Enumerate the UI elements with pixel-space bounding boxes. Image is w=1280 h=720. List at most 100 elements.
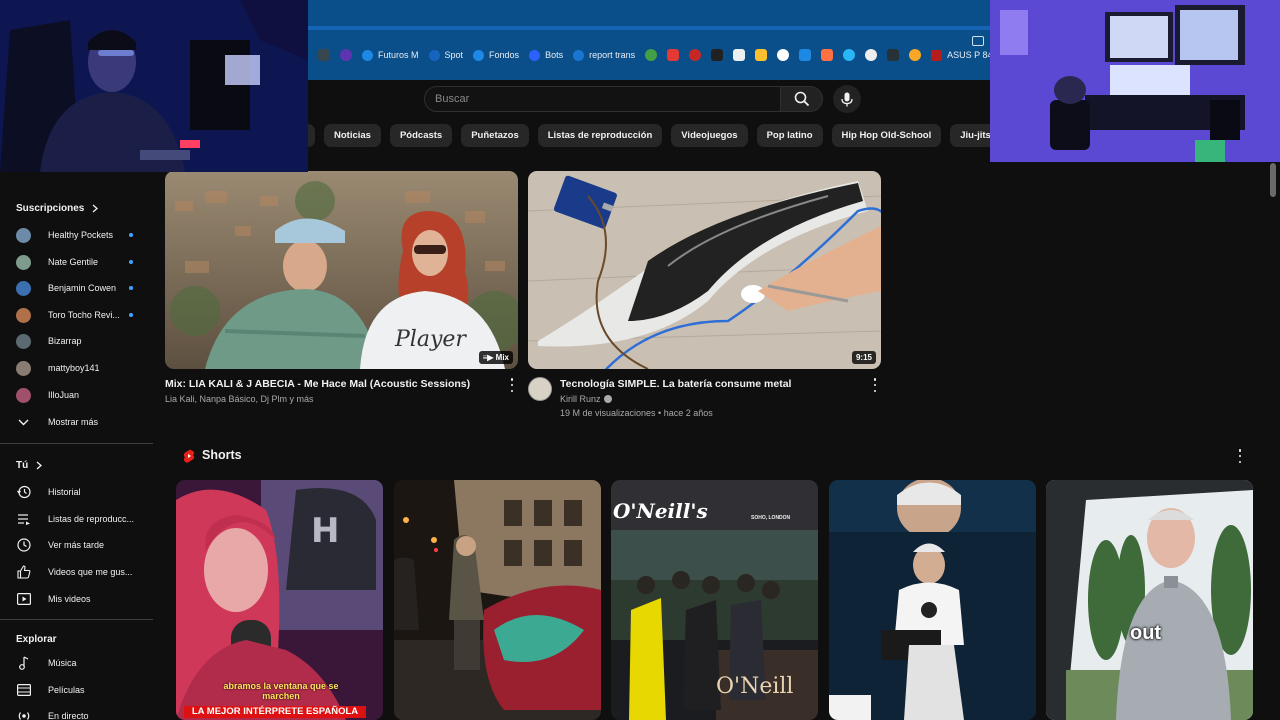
- bookmark-icon-3[interactable]: [645, 45, 658, 65]
- sidebar-item-live[interactable]: En directo: [16, 705, 146, 720]
- channel-avatar[interactable]: [528, 377, 552, 401]
- subscription-healthy-pockets[interactable]: Healthy Pockets: [16, 224, 146, 246]
- subscription-mattyboy141[interactable]: mattyboy141: [16, 357, 146, 379]
- short-thumbnail-3[interactable]: O'Neill's SOHO, LONDON O'Neill: [611, 480, 818, 720]
- video-channel[interactable]: Lia Kali, Nanpa Básico, Dj Plm y más: [165, 394, 314, 404]
- svg-text:H: H: [311, 511, 339, 551]
- bookmark-icon-4[interactable]: [667, 45, 680, 65]
- my-videos-icon: [16, 592, 31, 607]
- bookmark-icon-7[interactable]: [733, 45, 746, 65]
- chip-noticias[interactable]: Noticias: [324, 124, 381, 147]
- category-chips: Noticias Pódcasts Puñetazos Listas de re…: [300, 124, 1067, 148]
- film-icon: [16, 683, 31, 698]
- sidebar-item-watch-later[interactable]: Ver más tarde: [16, 534, 146, 556]
- webcam-overlay-right: [990, 0, 1280, 162]
- video-thumbnail-lia-kali[interactable]: Player ≡▶ Mix: [165, 171, 518, 369]
- chip-pop-latino[interactable]: Pop latino: [756, 124, 823, 147]
- more-options-icon[interactable]: [870, 378, 880, 392]
- sidebar-item-liked[interactable]: Videos que me gus...: [16, 561, 146, 583]
- video-channel-row: Kirill Runz: [560, 394, 612, 404]
- short-image: [829, 480, 1036, 720]
- bookmark-icon-11[interactable]: [843, 45, 856, 65]
- bookmark-fondos[interactable]: Fondos: [473, 45, 519, 65]
- sidebar-item-historial[interactable]: Historial: [16, 481, 146, 503]
- clock-icon: [16, 538, 31, 553]
- more-options-icon[interactable]: [1235, 449, 1245, 463]
- video-title[interactable]: Mix: LIA KALI & J ABECIA - Me Hace Mal (…: [165, 378, 470, 390]
- short-thumbnail-4[interactable]: [829, 480, 1036, 720]
- sidebar-item-my-videos[interactable]: Mis videos: [16, 588, 146, 610]
- short-sign-sub: SOHO, LONDON: [751, 515, 791, 521]
- short-thumbnail-1[interactable]: H abramos la ventana que se marchen LA M…: [176, 480, 383, 720]
- youtube-page: Futuros M Spot Fondos Bots report trans …: [0, 0, 1280, 720]
- short-image: [394, 480, 601, 720]
- chip-podcasts[interactable]: Pódcasts: [389, 124, 453, 147]
- short-caption: out: [1130, 622, 1162, 644]
- bookmark-spot[interactable]: Spot: [428, 45, 463, 65]
- microphone-icon: [841, 92, 853, 106]
- subscription-nate-gentile[interactable]: Nate Gentile: [16, 251, 146, 273]
- video-thumbnail-battery[interactable]: 9:15: [528, 171, 881, 369]
- bookmark-icon: [529, 49, 541, 61]
- bookmark-icon-1[interactable]: [318, 45, 330, 65]
- avatar: [16, 387, 31, 403]
- bookmark-icon-9[interactable]: [799, 45, 812, 65]
- sidebar-item-music[interactable]: Música: [16, 652, 146, 674]
- avatar: [16, 254, 31, 270]
- subscription-bizarrap[interactable]: Bizarrap: [16, 330, 146, 352]
- you-heading[interactable]: Tú: [16, 460, 43, 471]
- svg-text:Player: Player: [394, 327, 467, 352]
- subscription-illojuan[interactable]: IlloJuan: [16, 384, 146, 406]
- page-scrollbar[interactable]: [1270, 163, 1276, 197]
- search-input[interactable]: Buscar: [424, 86, 781, 112]
- bookmark-icon-14[interactable]: [909, 45, 922, 65]
- divider: [0, 619, 153, 620]
- chip-playlists[interactable]: Listas de reproducción: [537, 124, 663, 147]
- voice-search-button[interactable]: [833, 85, 861, 113]
- short-image: [1046, 480, 1253, 720]
- video-channel[interactable]: Kirill Runz: [560, 394, 601, 404]
- search-icon: [794, 91, 809, 107]
- avatar: [16, 333, 31, 349]
- bookmark-icon: [573, 49, 585, 61]
- chip-hip-hop[interactable]: Hip Hop Old-School: [831, 124, 942, 147]
- bookmark-icon-13[interactable]: [887, 45, 900, 65]
- mix-badge: ≡▶ Mix: [478, 351, 513, 364]
- bookmark-icon: [931, 49, 943, 61]
- bookmark-icon-8[interactable]: [755, 45, 768, 65]
- sidebar-item-playlists[interactable]: Listas de reproducc...: [16, 508, 146, 530]
- bookmark-icon-6[interactable]: [711, 45, 724, 65]
- bookmark-bots[interactable]: Bots: [529, 45, 563, 65]
- subscription-toro-tocho[interactable]: Toro Tocho Revi...: [16, 304, 146, 326]
- sidebar-item-movies[interactable]: Películas: [16, 679, 146, 701]
- more-options-icon[interactable]: [507, 378, 517, 392]
- bookmark-icon-10[interactable]: [821, 45, 834, 65]
- short-thumbnail-2[interactable]: [394, 480, 601, 720]
- avatar: [16, 307, 31, 323]
- video-stats: 19 M de visualizaciones • hace 2 años: [560, 408, 713, 418]
- google-icon[interactable]: [777, 45, 790, 65]
- search-button[interactable]: [781, 86, 823, 112]
- subscription-benjamin-cowen[interactable]: Benjamin Cowen: [16, 277, 146, 299]
- new-content-dot: [129, 286, 133, 290]
- video-duration: 9:15: [851, 351, 876, 364]
- bookmark-futuros[interactable]: Futuros M: [362, 45, 419, 65]
- bookmark-icon: [428, 49, 440, 61]
- shorts-heading: Shorts: [202, 448, 242, 462]
- playlist-icon: ≡▶: [482, 353, 496, 362]
- video-title[interactable]: Tecnología SIMPLE. La batería consume me…: [560, 378, 791, 390]
- short-sign-bottom: O'Neill: [716, 674, 794, 699]
- bookmark-icon-12[interactable]: [865, 45, 878, 65]
- new-content-dot: [129, 313, 133, 317]
- chip-punetazos[interactable]: Puñetazos: [461, 124, 529, 147]
- subscriptions-heading[interactable]: Suscripciones: [16, 203, 99, 214]
- bookmark-report[interactable]: report trans: [573, 45, 635, 65]
- bookmark-icon-5[interactable]: [689, 45, 702, 65]
- short-caption: abramos la ventana que se marchen: [223, 681, 339, 701]
- bookmark-icon-2[interactable]: [340, 45, 352, 65]
- show-more-button[interactable]: Mostrar más: [16, 411, 146, 433]
- thumbs-up-icon: [16, 565, 31, 580]
- cast-icon[interactable]: [972, 36, 984, 46]
- short-thumbnail-5[interactable]: out: [1046, 480, 1253, 720]
- chip-videojuegos[interactable]: Videojuegos: [671, 124, 748, 147]
